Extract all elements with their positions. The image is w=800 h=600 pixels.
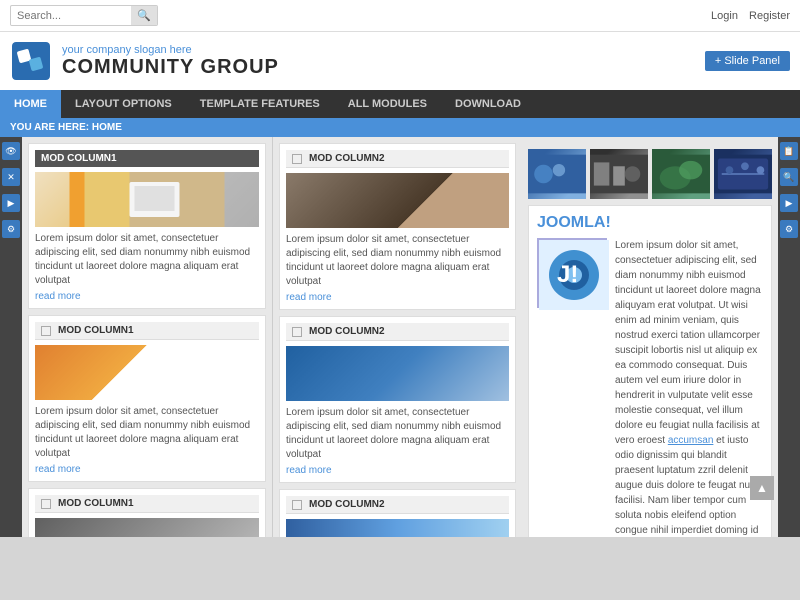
sidebar-icon-play[interactable]: ▶: [2, 194, 20, 212]
joomla-section: JOOMLA! J!: [528, 205, 772, 537]
thumb4: [714, 149, 772, 199]
col1-image2: [35, 345, 259, 400]
mod-column1-header2: MOD COLUMN1: [35, 322, 259, 340]
col1-text2: Lorem ipsum dolor sit amet, consectetuer…: [35, 405, 259, 461]
sidebar-icon-close[interactable]: ✕: [2, 168, 20, 186]
mod-column1-title2: MOD COLUMN1: [58, 325, 134, 336]
logo-area: your company slogan here COMMUNITY GROUP: [10, 40, 279, 82]
scroll-top-button[interactable]: ▲: [750, 476, 774, 500]
nav-modules[interactable]: ALL MODULES: [334, 90, 441, 118]
right-main-content: lorem ipsum dolor sit amet, consectetuer…: [522, 137, 778, 537]
col2-image3: [286, 519, 509, 537]
site-header: your company slogan here COMMUNITY GROUP…: [0, 32, 800, 90]
company-name: COMMUNITY GROUP: [62, 56, 279, 79]
checkbox-icon6: [292, 500, 302, 510]
left-sidebar: 👁 ✕ ▶ ⚙: [0, 137, 22, 537]
top-links: Login Register: [703, 10, 790, 22]
svg-text:J!: J!: [557, 261, 578, 288]
mod-column1-title3: MOD COLUMN1: [58, 498, 134, 509]
breadcrumb: YOU ARE HERE: HOME: [0, 118, 800, 137]
thumb1: [528, 149, 586, 199]
main-nav: HOME LAYOUT OPTIONS TEMPLATE FEATURES AL…: [0, 90, 800, 118]
checkbox-icon4: [292, 154, 302, 164]
nav-download[interactable]: DOWNLOAD: [441, 90, 535, 118]
col1-image3: [35, 518, 259, 537]
joomla-text-main: Lorem ipsum dolor sit amet, consectetuer…: [615, 240, 761, 446]
search-form: 🔍: [10, 5, 158, 26]
joomla-content: J! Lorem ipsum dolor sit amet, consectet…: [537, 238, 763, 537]
col2-image2: [286, 346, 509, 401]
main-content: 👁 ✕ ▶ ⚙ MOD COLUMN1: [0, 137, 800, 537]
content-area: MOD COLUMN1 Lorem ipsum dolor sit amet, …: [22, 137, 778, 537]
joomla-image: J!: [537, 238, 607, 308]
col2-image1: [286, 173, 509, 228]
login-link[interactable]: Login: [711, 10, 738, 22]
register-link[interactable]: Register: [749, 10, 790, 22]
right-sidebar-icon2[interactable]: 🔍: [780, 168, 798, 186]
checkbox-icon3: [41, 499, 51, 509]
right-sidebar-icon3[interactable]: ▶: [780, 194, 798, 212]
col1-read-more1[interactable]: read more: [35, 291, 81, 302]
right-sidebar: 📋 🔍 ▶ ⚙: [778, 137, 800, 537]
logo-text: your company slogan here COMMUNITY GROUP: [62, 44, 279, 79]
mod-column1-title: MOD COLUMN1: [41, 153, 117, 164]
mod-column2-box2: MOD COLUMN2 Lorem ipsum dolor sit amet, …: [279, 316, 516, 483]
mod-column2-box1: MOD COLUMN2 Lorem ipsum dolor sit amet, …: [279, 143, 516, 310]
col2-text2: Lorem ipsum dolor sit amet, consectetuer…: [286, 406, 509, 462]
joomla-text-end: et iusto odio dignissim qui blandit prae…: [615, 435, 760, 537]
thumbnail-row: [528, 149, 772, 199]
two-col-right: MOD COLUMN2 Lorem ipsum dolor sit amet, …: [272, 137, 522, 537]
col1-read-more2[interactable]: read more: [35, 464, 81, 475]
search-input[interactable]: [11, 7, 131, 25]
slide-panel-button[interactable]: + Slide Panel: [705, 51, 790, 71]
mod-column1-box2: MOD COLUMN1 Lorem ipsum dolor sit amet, …: [28, 315, 266, 482]
logo-icon: [10, 40, 52, 82]
col1-text1: Lorem ipsum dolor sit amet, consectetuer…: [35, 232, 259, 288]
mod-column1-header3: MOD COLUMN1: [35, 495, 259, 513]
joomla-title: JOOMLA!: [537, 214, 763, 232]
nav-home[interactable]: HOME: [0, 90, 61, 118]
checkbox-icon: [41, 326, 51, 336]
col1-image1: [35, 172, 259, 227]
mod-column2-title3: MOD COLUMN2: [309, 499, 385, 510]
mod-column2-header2: MOD COLUMN2: [286, 323, 509, 341]
right-sidebar-icon4[interactable]: ⚙: [780, 220, 798, 238]
joomla-text-area: Lorem ipsum dolor sit amet, consectetuer…: [615, 238, 763, 537]
mod-column1-box3: MOD COLUMN1 Lorem ipsum dolor sit amet, …: [28, 488, 266, 537]
mod-column2-header3: MOD COLUMN2: [286, 496, 509, 514]
checkbox-icon5: [292, 327, 302, 337]
nav-template[interactable]: TEMPLATE FEATURES: [186, 90, 334, 118]
col2-read-more1[interactable]: read more: [286, 292, 332, 303]
mod-column2-header1: MOD COLUMN2: [286, 150, 509, 168]
sidebar-icon-gear[interactable]: ⚙: [2, 220, 20, 238]
thumb3: [652, 149, 710, 199]
search-button[interactable]: 🔍: [131, 6, 157, 25]
nav-layout[interactable]: LAYOUT OPTIONS: [61, 90, 186, 118]
two-col-left: MOD COLUMN1 Lorem ipsum dolor sit amet, …: [22, 137, 272, 537]
top-bar: 🔍 Login Register: [0, 0, 800, 32]
col2-read-more2[interactable]: read more: [286, 465, 332, 476]
right-sidebar-icon1[interactable]: 📋: [780, 142, 798, 160]
col2-text1: Lorem ipsum dolor sit amet, consectetuer…: [286, 233, 509, 289]
sidebar-icon-eye[interactable]: 👁: [2, 142, 20, 160]
mod-column1-box1: MOD COLUMN1 Lorem ipsum dolor sit amet, …: [28, 143, 266, 309]
thumb2: [590, 149, 648, 199]
mod-column1-header: MOD COLUMN1: [35, 150, 259, 167]
page-wrapper: 🔍 Login Register your company slogan her…: [0, 0, 800, 600]
joomla-link[interactable]: accumsan: [668, 435, 714, 446]
mod-column2-box3: MOD COLUMN2 Lorem ipsum dolor sit amet, …: [279, 489, 516, 537]
mod-column2-title2: MOD COLUMN2: [309, 326, 385, 337]
company-slogan: your company slogan here: [62, 44, 279, 56]
mod-column2-title1: MOD COLUMN2: [309, 153, 385, 164]
